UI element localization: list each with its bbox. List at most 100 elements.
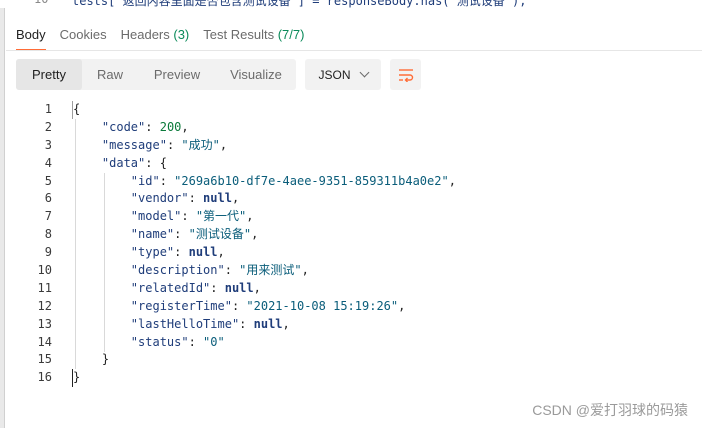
- code-token: :: [166, 137, 182, 152]
- code-token: "269a6b10-df7e-4aee-9351-859311b4a0e2": [174, 173, 449, 188]
- view-preview-button[interactable]: Preview: [138, 59, 216, 90]
- response-body-editor[interactable]: 1{2 "code": 200, 3 "message": "成功", 4 "dat…: [0, 101, 702, 388]
- chevron-down-icon: [359, 67, 369, 78]
- code-token: }: [101, 352, 110, 367]
- code-token: null: [188, 245, 218, 260]
- line-number: 3: [44, 137, 52, 152]
- line-number: 5: [44, 173, 52, 188]
- code-line: 15 }: [0, 351, 702, 369]
- code-token: "2021-10-08 15:19:26": [246, 298, 399, 313]
- code-token: ,: [282, 316, 290, 331]
- code-line: 2 "code": 200,: [0, 119, 702, 137]
- format-select-value: JSON: [318, 67, 351, 82]
- line-number: 10: [37, 263, 52, 278]
- code-token: "message": [101, 137, 167, 152]
- line-number: 6: [44, 191, 52, 206]
- code-token: ,: [219, 137, 228, 152]
- tab-cookies[interactable]: Cookies: [60, 27, 107, 49]
- format-select[interactable]: JSON: [305, 59, 381, 90]
- code-text: "registerTime": "2021-10-08 15:19:26",: [73, 298, 406, 316]
- line-number: 13: [37, 316, 52, 331]
- view-pretty-button[interactable]: Pretty: [16, 59, 82, 90]
- code-token: : {: [145, 155, 167, 170]
- code-token: ,: [251, 227, 259, 242]
- code-text: "description": "用来测试",: [73, 262, 309, 280]
- code-text: "data": {: [73, 155, 167, 173]
- code-text: "id": "269a6b10-df7e-4aee-9351-859311b4a…: [73, 173, 456, 191]
- code-token: ,: [246, 209, 254, 224]
- code-line: 10 "description": "用来测试",: [0, 262, 702, 280]
- line-number: 8: [44, 227, 52, 242]
- code-token: "model": [130, 209, 182, 224]
- script-line-code: tests["返回内容里面是否包含测试设备"] = responseBody.h…: [72, 0, 527, 8]
- code-token: :: [210, 280, 225, 295]
- line-number: 14: [37, 334, 52, 349]
- code-text: "name": "测试设备",: [73, 226, 259, 244]
- code-token: "vendor": [130, 191, 189, 206]
- code-token: "id": [130, 173, 160, 188]
- code-token: "name": [130, 227, 175, 242]
- code-line: 9 "type": null,: [0, 244, 702, 262]
- code-token: ,: [301, 263, 309, 278]
- tab-label: Cookies: [59, 27, 107, 42]
- code-token: :: [188, 191, 204, 206]
- code-token: :: [188, 334, 204, 349]
- line-number: 12: [37, 298, 52, 313]
- view-visualize-button[interactable]: Visualize: [216, 59, 296, 90]
- code-line: 11 "relatedId": null,: [0, 280, 702, 298]
- code-line: 16}: [0, 369, 702, 388]
- code-token: "第一代": [195, 209, 247, 224]
- indent-guide: [104, 172, 105, 352]
- wrap-lines-button[interactable]: [390, 59, 421, 90]
- code-token: "lastHelloTime": [130, 316, 240, 331]
- line-number: 1: [44, 102, 52, 116]
- code-token: :: [145, 119, 160, 134]
- script-line-number: 10: [34, 0, 48, 6]
- code-text: "status": "0": [73, 334, 225, 352]
- code-token: ,: [217, 245, 225, 260]
- code-token: null: [203, 191, 232, 206]
- code-text: "model": "第一代",: [73, 208, 254, 226]
- code-token: "data": [101, 155, 146, 170]
- code-line: 14 "status": "0": [0, 334, 702, 352]
- line-number: 15: [37, 352, 52, 367]
- code-text: "message": "成功",: [73, 137, 227, 155]
- view-raw-button[interactable]: Raw: [82, 59, 138, 90]
- code-token: ,: [398, 298, 406, 313]
- tab-body[interactable]: Body: [16, 27, 46, 51]
- code-token: ,: [253, 280, 261, 295]
- code-text: "type": null,: [73, 244, 225, 262]
- code-token: :: [239, 316, 254, 331]
- code-token: "code": [101, 119, 146, 134]
- line-number: 2: [44, 119, 52, 134]
- line-number: 9: [44, 245, 52, 260]
- code-token: "测试设备": [188, 227, 252, 242]
- code-token: :: [231, 298, 247, 313]
- indent-guide: [75, 118, 76, 370]
- code-token: null: [224, 280, 254, 295]
- code-token: ,: [231, 191, 240, 206]
- tab-headers[interactable]: Headers (3): [121, 27, 190, 49]
- code-line: 7 "model": "第一代",: [0, 208, 702, 226]
- csdn-watermark: CSDN @爱打羽球的码猿: [532, 402, 688, 418]
- line-number: 16: [37, 370, 52, 385]
- code-token: ,: [448, 173, 456, 188]
- tab-count: (3): [173, 27, 190, 42]
- code-line: 6 "vendor": null,: [0, 190, 702, 208]
- code-token: "成功": [181, 137, 220, 152]
- code-token: "用来测试": [239, 263, 302, 278]
- code-text: "vendor": null,: [73, 190, 239, 208]
- code-token: "relatedId": [130, 280, 211, 295]
- tab-label: Body: [16, 27, 46, 42]
- code-text: }: [72, 369, 80, 388]
- code-line: 13 "lastHelloTime": null,: [0, 316, 702, 334]
- code-token: {: [73, 102, 81, 116]
- tab-test-results[interactable]: Test Results (7/7): [203, 27, 304, 49]
- code-token: :: [224, 263, 240, 278]
- code-token: "0": [203, 334, 225, 349]
- code-token: null: [253, 316, 283, 331]
- response-toolbar: Pretty Raw Preview Visualize JSON: [16, 59, 421, 90]
- code-line: 8 "name": "测试设备",: [0, 226, 702, 244]
- code-token: "description": [130, 263, 225, 278]
- code-token: :: [174, 227, 189, 242]
